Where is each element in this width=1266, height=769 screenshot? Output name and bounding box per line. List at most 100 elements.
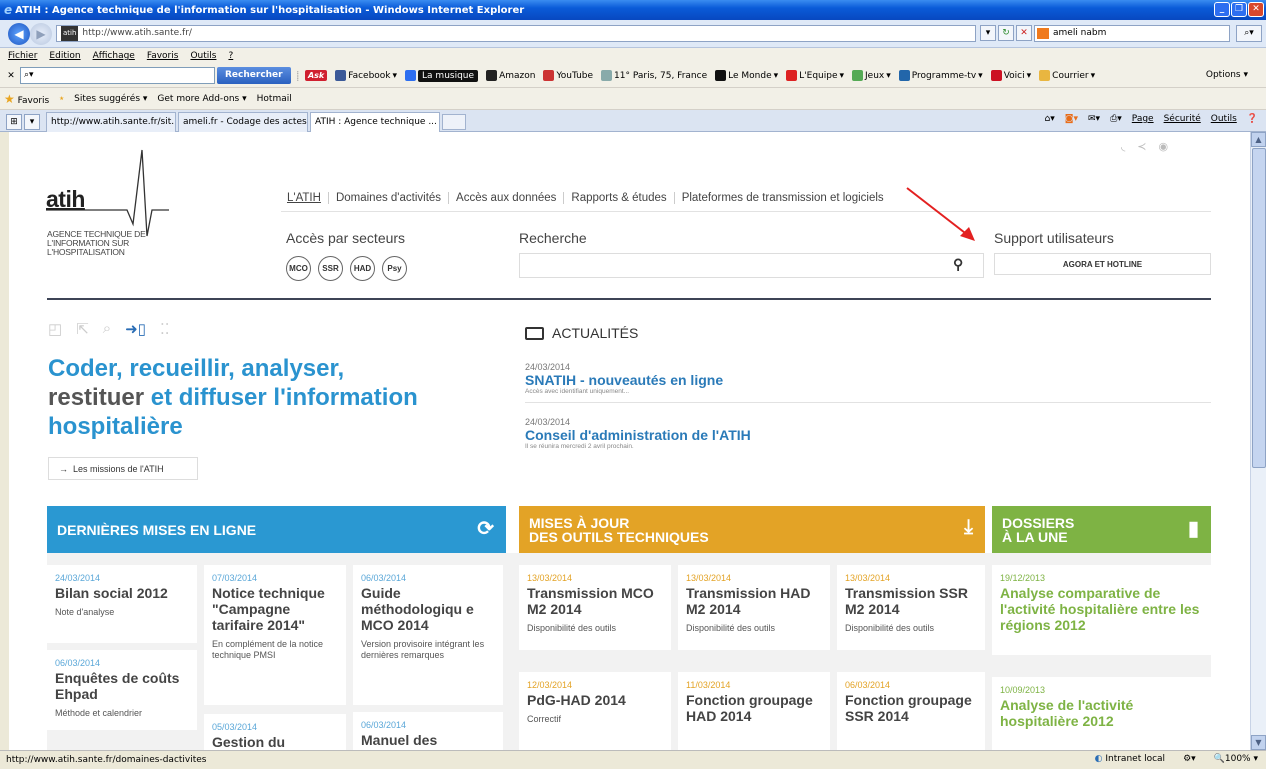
lequipe-icon [786,70,798,81]
tab-ameli[interactable]: ameli.fr - Codage des actes ... [178,112,308,132]
tools-card[interactable]: 12/03/2014 PdG-HAD 2014 Correctif [519,672,671,750]
refresh-icon[interactable]: ↻ [998,25,1014,41]
sector-mco-button[interactable]: MCO [286,256,311,281]
latest-card[interactable]: 06/03/2014 Enquêtes de coûts Ehpad Méthode… [47,650,197,730]
close-toolbar-icon[interactable]: ✕ [4,71,18,81]
protected-mode-icon[interactable]: ⚙▾ [1183,754,1196,764]
nav-rapports[interactable]: Rapports & études [563,192,673,204]
voici-item[interactable]: Voici ▾ [990,70,1031,81]
search-provider-input[interactable]: ameli nabm [1034,25,1230,42]
back-button[interactable]: ◀ [8,23,30,45]
stop-icon[interactable]: ✕ [1016,25,1032,41]
menu-fichier[interactable]: Fichier [8,51,37,61]
compat-dropdown-icon[interactable]: ▾ [980,25,996,41]
menu-affichage[interactable]: Affichage [93,51,135,61]
facebook-item[interactable]: Facebook ▾ [335,70,397,81]
tools-menu[interactable]: Outils [1211,114,1237,124]
files-card[interactable]: 10/09/2013 Analyse de l'activité hospital… [992,677,1211,750]
menu-outils[interactable]: Outils [190,51,216,61]
nav-plateformes[interactable]: Plateformes de transmission et logiciels [673,192,891,204]
tab-list-icon[interactable]: ▾ [24,114,40,130]
sector-had-button[interactable]: HAD [350,256,375,281]
nav-acces-donnees[interactable]: Accès aux données [448,192,563,204]
support-button[interactable]: AGORA ET HOTLINE [994,253,1211,275]
search-icon[interactable]: ⌕▾ [1236,25,1262,42]
quick-tabs-icon[interactable]: ⊞ [6,114,22,130]
youtube-item[interactable]: YouTube [543,70,593,81]
home-icon[interactable]: ⌂▾ [1045,114,1055,124]
files-card[interactable]: 19/12/2013 Analyse comparative de l'activ… [992,565,1211,655]
scroll-up-icon[interactable]: ▲ [1251,132,1266,147]
add-favorite-icon[interactable]: ⭑ [59,94,64,104]
minimize-button[interactable]: _ [1214,2,1230,17]
news-item[interactable]: 24/03/2014 Conseil d'administration de l… [525,417,1211,450]
atih-logo[interactable]: atih [46,186,85,213]
scroll-down-icon[interactable]: ▼ [1251,735,1266,750]
latest-card[interactable]: 05/03/2014 Gestion du [204,714,346,750]
diffuse-icon: ⁚⁚ [160,321,170,338]
news-item[interactable]: 24/03/2014 SNATIH - nouveautés en ligne … [525,362,1211,395]
tools-card[interactable]: 11/03/2014 Fonction groupage HAD 2014 [678,672,830,750]
rss-icon[interactable]: ◙▾ [1065,114,1078,124]
print-icon[interactable]: ⎙▾ [1110,114,1122,124]
fav-sites-suggeres[interactable]: Sites suggérés ▾ [74,94,147,104]
nav-domaines[interactable]: Domaines d'activités [327,192,448,204]
lemonde-item[interactable]: Le Monde ▾ [715,70,778,81]
latest-band[interactable]: DERNIÈRES MISES EN LIGNE ⟳ [47,506,506,553]
music-item[interactable]: La musique [405,69,479,82]
scroll-thumb[interactable] [1252,148,1266,468]
sector-psy-button[interactable]: Psy [382,256,407,281]
tools-card[interactable]: 06/03/2014 Fonction groupage SSR 2014 [837,672,985,750]
tools-band[interactable]: MISES À JOUR DES OUTILS TECHNIQUES ⤓ [519,506,985,553]
site-search-input[interactable] [519,253,984,278]
latest-card[interactable]: 06/03/2014 Manuel des [353,712,503,750]
tab-atih-sit[interactable]: http://www.atih.sante.fr/sit... [46,112,176,132]
url-input[interactable]: atih http://www.atih.sante.fr/ [56,25,976,42]
weather-item[interactable]: 11° Paris, 75, France [601,70,707,81]
read-mail-icon[interactable]: ✉▾ [1088,114,1100,124]
lequipe-item[interactable]: L'Equipe ▾ [786,70,844,81]
menu-favoris[interactable]: Favoris [147,51,179,61]
tools-card[interactable]: 13/03/2014 Transmission MCO M2 2014 Dispon… [519,565,671,650]
menu-bar: Fichier Edition Affichage Favoris Outils… [0,48,1266,64]
latest-card[interactable]: 07/03/2014 Notice technique "Campagne tar… [204,565,346,705]
fav-get-addons[interactable]: Get more Add-ons ▾ [157,94,246,104]
forward-button[interactable]: ▶ [30,23,52,45]
fav-hotmail[interactable]: Hotmail [257,94,292,104]
tools-card[interactable]: 13/03/2014 Transmission SSR M2 2014 Dispon… [837,565,985,650]
tools-card[interactable]: 13/03/2014 Transmission HAD M2 2014 Dispon… [678,565,830,650]
security-menu[interactable]: Sécurité [1164,114,1201,124]
latest-card[interactable]: 06/03/2014 Guide méthodologiqu e MCO 2014… [353,565,503,705]
courrier-item[interactable]: Courrier ▾ [1039,70,1095,81]
sector-ssr-button[interactable]: SSR [318,256,343,281]
menu-edition[interactable]: Edition [49,51,80,61]
ask-search-input[interactable]: ⌕▾ [20,67,215,84]
accessibility-icon[interactable]: ◉ [1158,140,1168,153]
rss-icon[interactable]: ◟ [1121,140,1125,153]
zoom-level[interactable]: 🔍100% ▾ [1214,754,1258,764]
files-band[interactable]: DOSSIERS À LA UNE ▮ [992,506,1211,553]
missions-button[interactable]: → Les missions de l'ATIH [48,457,198,480]
security-zone[interactable]: ◐ Intranet local [1095,754,1165,764]
maximize-button[interactable]: ❐ [1231,2,1247,17]
amazon-item[interactable]: Amazon [486,70,535,81]
help-icon[interactable]: ❓ [1247,114,1258,124]
tab-atih-active[interactable]: ATIH : Agence technique ... ✕ [310,112,440,132]
ask-logo[interactable]: Ask [304,70,328,81]
latest-card[interactable]: 24/03/2014 Bilan social 2012 Note d'analys… [47,565,197,643]
tv-item[interactable]: Programme-tv ▾ [898,70,983,81]
ask-search-button[interactable]: Rechercher [217,67,291,84]
vertical-scrollbar[interactable]: ▲ ▼ [1250,132,1266,750]
hero-heading: Coder, recueillir, analyser, restituer e… [48,355,418,440]
search-provider-icon [1037,28,1049,39]
favorites-button[interactable]: ★ Favoris [4,92,49,106]
search-icon[interactable]: ⚲ [953,256,963,273]
share-icon[interactable]: ≺ [1137,140,1146,153]
jeux-item[interactable]: Jeux ▾ [852,70,891,81]
close-button[interactable]: ✕ [1248,2,1264,17]
menu-help[interactable]: ? [228,51,233,61]
ask-options-button[interactable]: Options ▾ [1206,70,1248,80]
nav-atih[interactable]: L'ATIH [281,192,328,204]
new-tab-button[interactable] [442,114,466,130]
page-menu[interactable]: Page [1132,114,1154,124]
